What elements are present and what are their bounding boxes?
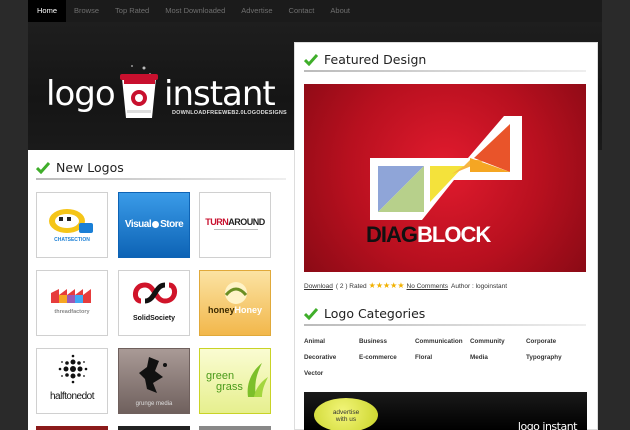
ad-brand: logo instant xyxy=(517,420,578,430)
star-icon: ★ xyxy=(382,281,391,290)
nav-contact[interactable]: Contact xyxy=(281,0,323,22)
logo-thumb-turnaround[interactable]: TURNAROUND xyxy=(199,192,271,258)
advertise-badge: advertise with us xyxy=(314,398,378,430)
section-title-text: New Logos xyxy=(56,160,124,175)
category-link[interactable]: Floral xyxy=(415,354,470,361)
nav-home[interactable]: Home xyxy=(28,0,67,22)
logo-thumb-visualstore[interactable]: Visual Store xyxy=(118,192,190,258)
section-title-text: Featured Design xyxy=(324,52,427,67)
category-link[interactable]: Decorative xyxy=(304,354,359,361)
category-link[interactable]: Community xyxy=(470,338,526,345)
new-logos-title: New Logos xyxy=(36,160,124,175)
divider xyxy=(304,324,586,326)
star-icon: ★ xyxy=(375,281,383,290)
logo-thumb-grungemedia[interactable]: grunge media xyxy=(118,348,190,414)
thumb-label: TURNAROUND xyxy=(205,217,265,227)
logo-thumb-honey[interactable]: honeyHoney xyxy=(199,270,271,336)
thumb-label: threadfactory xyxy=(54,309,90,315)
chat-bubble-icon xyxy=(49,209,93,233)
star-icon: ★ xyxy=(390,281,398,290)
logo-thumb-solidsociety[interactable]: SolidSociety xyxy=(118,270,190,336)
ad-line2: with us xyxy=(335,416,357,423)
nav-browse[interactable]: Browse xyxy=(66,0,107,22)
thumb-label: halftonedot xyxy=(50,391,95,402)
category-link[interactable]: Typography xyxy=(526,354,586,361)
featured-title: Featured Design xyxy=(304,52,426,67)
category-link[interactable]: Corporate xyxy=(526,338,586,345)
logo-word-instant: instant xyxy=(164,74,276,114)
thumb-label: honeyHoney xyxy=(207,305,263,315)
star-icon: ★ xyxy=(368,281,376,290)
ad-line1: advertise xyxy=(332,409,360,416)
logo-thumb-greengrass[interactable]: green grass xyxy=(199,348,271,414)
star-icon: ★ xyxy=(397,281,405,290)
knot-icon xyxy=(133,282,177,304)
checkmark-icon xyxy=(36,161,50,174)
logo-thumb-partial[interactable] xyxy=(36,426,108,430)
checkmark-icon xyxy=(304,307,318,320)
categories-title: Logo Categories xyxy=(304,306,425,321)
divider xyxy=(304,70,586,72)
site-logo[interactable]: logo instant DOWNLOADFREEWEB2.0LOGODESIG… xyxy=(44,38,287,138)
rating-count: ( 2 ) Rated xyxy=(335,282,367,290)
divider xyxy=(36,178,286,180)
thumb-label: SolidSociety xyxy=(132,315,175,322)
thumb-label: green grass xyxy=(206,370,243,393)
logo-thumb-chatsection[interactable]: CHATSECTION xyxy=(36,192,108,258)
advertise-banner[interactable]: advertise with us logo instant xyxy=(304,392,587,430)
nav-about[interactable]: About xyxy=(322,0,358,22)
logo-tagline: DOWNLOADFREEWEB2.0LOGODESIGNS xyxy=(172,110,287,116)
category-link[interactable]: Communication xyxy=(415,338,470,345)
section-title-text: Logo Categories xyxy=(324,306,426,321)
download-link[interactable]: Download xyxy=(304,283,333,290)
logo-word-logo: logo xyxy=(46,74,116,114)
honey-pot-icon xyxy=(224,282,248,304)
cup-logo-icon xyxy=(120,65,158,118)
categories-list: Animal Business Communication Community … xyxy=(304,338,588,377)
featured-meta: Download ( 2 ) Rated ★ ★ ★ ★ ★ No Commen… xyxy=(304,282,507,290)
logo-thumb-partial[interactable] xyxy=(118,426,190,430)
category-link[interactable]: E-commerce xyxy=(359,354,415,361)
author-label: Author : logoinstant xyxy=(451,282,508,290)
featured-design-image[interactable]: DIAGBLOCK xyxy=(304,84,586,272)
featured-name: DIAGBLOCK xyxy=(366,222,491,247)
logo-thumb-halftonedot[interactable]: halftonedot xyxy=(36,348,108,414)
logo-thumb-threadfactory[interactable]: threadfactory xyxy=(36,270,108,336)
factory-icon xyxy=(51,289,91,303)
top-nav: Home Browse Top Rated Most Downloaded Ad… xyxy=(28,0,602,22)
nav-top-rated[interactable]: Top Rated xyxy=(107,0,157,22)
divider xyxy=(214,229,258,230)
category-link[interactable]: Animal xyxy=(304,338,359,345)
category-link[interactable]: Business xyxy=(359,338,415,345)
logo-thumb-partial[interactable] xyxy=(199,426,271,430)
thumb-label: grunge media xyxy=(135,401,173,407)
nav-advertise[interactable]: Advertise xyxy=(233,0,280,22)
rating-stars[interactable]: ★ ★ ★ ★ ★ xyxy=(369,282,405,290)
thumb-label: CHATSECTION xyxy=(54,237,90,243)
eye-icon xyxy=(152,220,160,228)
checkmark-icon xyxy=(304,53,318,66)
category-link[interactable]: Vector xyxy=(304,370,359,377)
comments-link[interactable]: No Comments xyxy=(407,283,449,290)
category-link[interactable]: Media xyxy=(470,354,526,361)
nav-most-downloaded[interactable]: Most Downloaded xyxy=(157,0,233,22)
thumb-label: Visual Store xyxy=(124,219,184,230)
grunge-splatter-icon xyxy=(139,357,167,393)
halftone-dots-icon xyxy=(58,354,88,384)
